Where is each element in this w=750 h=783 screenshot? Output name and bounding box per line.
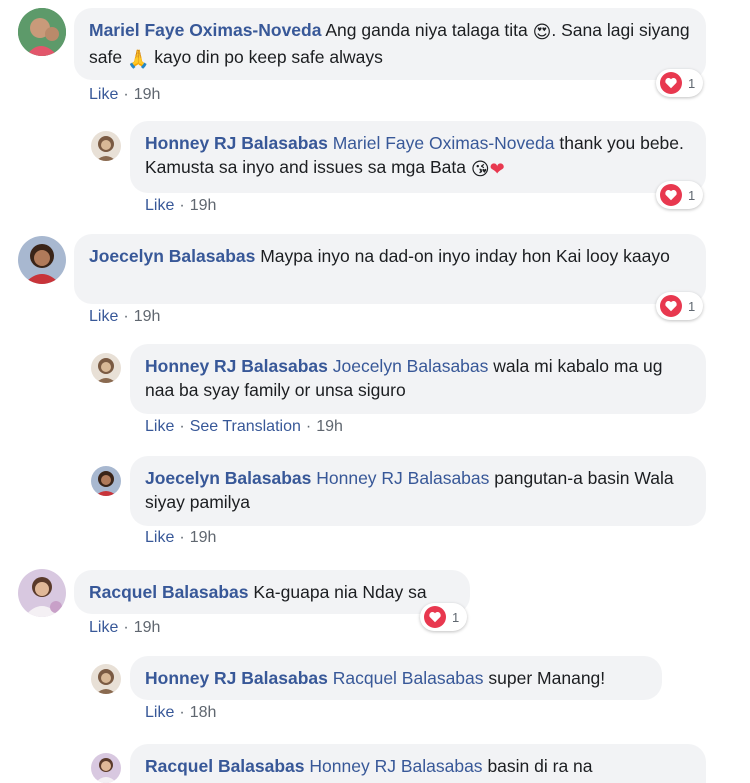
- separator: ·: [123, 308, 129, 325]
- separator: ·: [179, 418, 185, 435]
- reaction-count-value: 1: [688, 187, 696, 203]
- reaction-count-value: 1: [688, 298, 696, 314]
- heart-icon: [660, 295, 682, 317]
- comment-author[interactable]: Mariel Faye Oximas-Noveda: [89, 20, 321, 40]
- comment-author[interactable]: Joecelyn Balasabas: [89, 246, 255, 266]
- comment-text: Ka-guapa nia Nday sa: [253, 582, 427, 602]
- praying-hands-emoji: 🙏: [126, 49, 150, 70]
- comment-actions: Like · See Translation · 19h: [145, 418, 343, 436]
- mention-link[interactable]: Honney RJ Balasabas: [309, 756, 482, 776]
- comment-actions: Like · 19h: [89, 86, 160, 104]
- avatar[interactable]: [18, 569, 66, 617]
- comment-author[interactable]: Honney RJ Balasabas: [145, 668, 328, 688]
- comment-bubble: Honney RJ Balasabas Mariel Faye Oximas-N…: [130, 121, 706, 193]
- heart-icon: [660, 72, 682, 94]
- timestamp[interactable]: 19h: [316, 418, 343, 436]
- separator: ·: [179, 197, 185, 214]
- timestamp[interactable]: 19h: [134, 619, 161, 637]
- separator: ·: [179, 529, 185, 546]
- comment-bubble: Racquel Balasabas Honney RJ Balasabas ba…: [130, 744, 706, 783]
- comment-bubble: Honney RJ Balasabas Racquel Balasabas su…: [130, 656, 662, 700]
- reaction-count[interactable]: 1: [656, 181, 704, 209]
- avatar[interactable]: [18, 236, 66, 284]
- red-heart-emoji: ❤: [489, 159, 505, 180]
- avatar[interactable]: [91, 353, 121, 383]
- comment-text: Maypa inyo na dad-on inyo inday hon Kai …: [260, 246, 670, 266]
- see-translation-link[interactable]: See Translation: [190, 418, 301, 436]
- timestamp[interactable]: 19h: [134, 86, 161, 104]
- avatar[interactable]: [91, 466, 121, 496]
- like-button[interactable]: Like: [145, 529, 174, 547]
- timestamp[interactable]: 19h: [134, 308, 161, 326]
- separator: ·: [305, 418, 312, 435]
- like-button[interactable]: Like: [145, 197, 174, 215]
- heart-icon: [660, 184, 682, 206]
- comment-actions: Like · 18h: [145, 704, 216, 722]
- comment-actions: Like · 19h: [89, 308, 160, 326]
- reaction-count[interactable]: 1: [420, 603, 468, 631]
- like-button[interactable]: Like: [145, 704, 174, 722]
- like-button[interactable]: Like: [145, 418, 174, 436]
- reaction-count-value: 1: [452, 609, 460, 625]
- timestamp[interactable]: 19h: [190, 197, 217, 215]
- separator: ·: [179, 704, 185, 721]
- mention-link[interactable]: Racquel Balasabas: [333, 668, 484, 688]
- avatar[interactable]: [91, 131, 121, 161]
- separator: ·: [123, 619, 129, 636]
- avatar[interactable]: [18, 8, 66, 56]
- comment-actions: Like · 19h: [145, 197, 216, 215]
- comment-bubble: Joecelyn Balasabas Honney RJ Balasabas p…: [130, 456, 706, 526]
- like-button[interactable]: Like: [89, 619, 118, 637]
- comment-text: super Manang!: [488, 668, 606, 688]
- reaction-count-value: 1: [688, 75, 696, 91]
- separator: ·: [123, 86, 129, 103]
- comment-author[interactable]: Racquel Balasabas: [145, 756, 305, 776]
- timestamp[interactable]: 18h: [190, 704, 217, 722]
- timestamp[interactable]: 19h: [190, 529, 217, 547]
- comment-author[interactable]: Honney RJ Balasabas: [145, 356, 328, 376]
- avatar[interactable]: [91, 753, 121, 783]
- comment-text: Ang ganda niya talaga tita: [325, 20, 528, 40]
- reaction-count[interactable]: 1: [656, 69, 704, 97]
- comment-author[interactable]: Racquel Balasabas: [89, 582, 249, 602]
- kiss-emoji: 😘: [470, 159, 490, 180]
- mention-link[interactable]: Joecelyn Balasabas: [333, 356, 489, 376]
- heart-eyes-emoji: 😍: [532, 22, 552, 43]
- comment-bubble: Racquel Balasabas Ka-guapa nia Nday sa: [74, 570, 470, 614]
- comment-actions: Like · 19h: [145, 529, 216, 547]
- mention-link[interactable]: Mariel Faye Oximas-Noveda: [333, 133, 555, 153]
- comment-author[interactable]: Joecelyn Balasabas: [145, 468, 311, 488]
- comment-bubble: Joecelyn Balasabas Maypa inyo na dad-on …: [74, 234, 706, 304]
- comment-bubble: Honney RJ Balasabas Joecelyn Balasabas w…: [130, 344, 706, 414]
- avatar[interactable]: [91, 664, 121, 694]
- comment-text: basin di ra na: [487, 756, 593, 776]
- comment-actions: Like · 19h: [89, 619, 160, 637]
- like-button[interactable]: Like: [89, 86, 118, 104]
- reaction-count[interactable]: 1: [656, 292, 704, 320]
- comment-author[interactable]: Honney RJ Balasabas: [145, 133, 328, 153]
- mention-link[interactable]: Honney RJ Balasabas: [316, 468, 489, 488]
- like-button[interactable]: Like: [89, 308, 118, 326]
- comment-bubble: Mariel Faye Oximas-Noveda Ang ganda niya…: [74, 8, 706, 80]
- comment-text: kayo din po keep safe always: [154, 47, 383, 67]
- heart-icon: [424, 606, 446, 628]
